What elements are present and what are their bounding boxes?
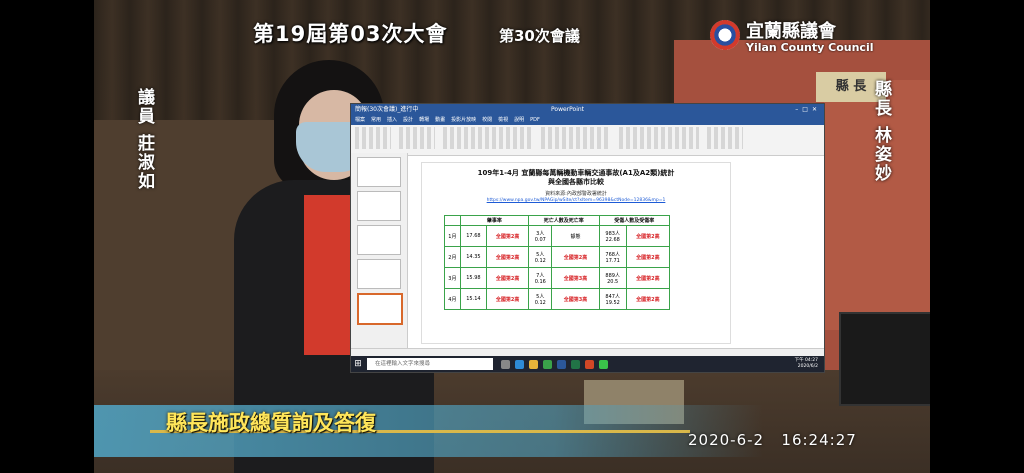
task-view-icon[interactable] <box>501 359 510 369</box>
cell-injury-rank: 全國第2高 <box>625 267 671 289</box>
ribbon-group-paragraph[interactable] <box>541 127 611 149</box>
cell-injury: 847人 19.52 <box>598 288 627 310</box>
ribbon-group-editing[interactable] <box>707 127 743 149</box>
broadcast-datetime: 2020-6-2 16:24:27 <box>688 431 857 449</box>
cell-rate-rank: 全國第2高 <box>486 288 530 310</box>
tab-review[interactable]: 校閱 <box>482 116 492 125</box>
window-controls[interactable]: –□✕ <box>795 104 821 116</box>
slide-thumbnail[interactable] <box>357 191 401 221</box>
word-icon[interactable] <box>557 359 566 369</box>
window-title: 簡報(30次會議)_進行中 <box>355 106 419 113</box>
cell-rate-rank: 全國第2高 <box>486 246 530 268</box>
tab-transitions[interactable]: 轉場 <box>419 116 429 125</box>
ribbon-toolbar <box>351 125 824 156</box>
slide-source: 資料來源:內政部警政署統計 <box>545 191 607 197</box>
tab-pdf[interactable]: PDF <box>530 116 540 125</box>
right-speaker-label: 縣長 林姿妙 <box>871 80 891 183</box>
slide-canvas[interactable]: 109年1-4月 宜蘭縣每萬輛機動車輛交通事故(A1及A2類)統計 與全國各縣市… <box>421 162 731 344</box>
meeting-number: 第30次會議 <box>499 27 580 45</box>
cell-death: 7人 0.16 <box>528 267 553 289</box>
chrome-icon[interactable] <box>543 359 552 369</box>
cell-death: 5人 0.12 <box>528 288 553 310</box>
taskbar-search-input[interactable]: 在這裡輸入文字來搜尋 <box>367 358 493 370</box>
cell-injury: 768人 17.71 <box>598 246 627 268</box>
windows-start-icon[interactable]: ⊞ <box>351 358 365 370</box>
cell-rate: 15.98 <box>459 267 488 289</box>
council-logo-icon <box>710 20 740 50</box>
tab-view[interactable]: 檢視 <box>498 116 508 125</box>
cell-death-rank: 全國第2高 <box>551 246 600 268</box>
cell-month: 3月 <box>444 267 461 289</box>
cell-death-rank: 全國第3高 <box>551 267 600 289</box>
cell-injury: 983人 22.68 <box>598 225 627 247</box>
slide-thumbnail[interactable] <box>357 225 401 255</box>
edge-icon[interactable] <box>515 359 524 369</box>
tab-home[interactable]: 常用 <box>371 116 381 125</box>
ribbon-group-font[interactable] <box>443 127 533 149</box>
table-row: 3月 15.98 全國第2高 7人 0.16 全國第3高 889人 20.5 全… <box>444 267 671 289</box>
cell-death-rank: 靜態 <box>551 225 600 247</box>
council-name-en: Yilan County Council <box>746 41 874 54</box>
ribbon-group-clipboard[interactable] <box>355 127 391 149</box>
cell-death: 5人 0.12 <box>528 246 553 268</box>
tab-help[interactable]: 說明 <box>514 116 524 125</box>
ribbon-tabs: 檔案 常用 插入 設計 轉場 動畫 投影片放映 校閱 檢視 說明 PDF <box>351 116 824 125</box>
slide-thumbnail[interactable] <box>357 259 401 289</box>
cell-rate: 17.68 <box>459 225 488 247</box>
ribbon-group-drawing[interactable] <box>619 127 699 149</box>
tab-insert[interactable]: 插入 <box>387 116 397 125</box>
slide-title-line2: 與全國各縣市比較 <box>548 178 604 186</box>
video-frame: 縣 長 第19屆第03次大會 第30次會議 宜蘭縣議會 Yilan County… <box>0 0 1024 473</box>
table-row: 1月 17.68 全國第2高 3人 0.07 靜態 983人 22.68 全國第… <box>444 225 671 247</box>
windows-taskbar: ⊞ 在這裡輸入文字來搜尋 下午 04:27 2020/6/2 <box>351 356 824 372</box>
ribbon-group-slides[interactable] <box>399 127 435 149</box>
taskbar-clock[interactable]: 下午 04:27 2020/6/2 <box>795 358 824 370</box>
slide-thumbnail-selected[interactable] <box>357 293 403 325</box>
tab-file[interactable]: 檔案 <box>355 116 365 125</box>
slide-thumbnails-panel <box>351 153 408 353</box>
powerpoint-window: 簡報(30次會議)_進行中 PowerPoint –□✕ 檔案 常用 插入 設計… <box>350 103 825 373</box>
taskbar-apps <box>501 359 608 369</box>
cell-injury-rank: 全國第2高 <box>625 288 671 310</box>
app-name: PowerPoint <box>551 106 585 113</box>
table-row: 2月 14.35 全國第2高 5人 0.12 全國第2高 768人 17.71 … <box>444 246 671 268</box>
cell-rate: 14.35 <box>459 246 488 268</box>
table-header: 肇事率 <box>459 215 530 226</box>
tab-slideshow[interactable]: 投影片放映 <box>451 116 476 125</box>
tab-animations[interactable]: 動畫 <box>435 116 445 125</box>
stats-table: 肇事率 死亡人數及死亡率 受傷人數及受傷率 1月 17.68 全國第2高 3人 … <box>444 215 671 310</box>
slide-title-line1: 109年1-4月 宜蘭縣每萬輛機動車輛交通事故(A1及A2類)統計 <box>477 169 675 177</box>
cell-death-rank: 全國第3高 <box>551 288 600 310</box>
cell-death: 3人 0.07 <box>528 225 553 247</box>
window-titlebar: 簡報(30次會議)_進行中 PowerPoint –□✕ <box>351 104 824 116</box>
council-name: 宜蘭縣議會 <box>746 21 836 42</box>
cell-injury: 889人 20.5 <box>598 267 627 289</box>
broadcast-time: 16:24:27 <box>781 431 857 449</box>
broadcast-date: 2020-6-2 <box>688 431 765 449</box>
left-speaker-label: 議員 莊淑如 <box>134 88 154 191</box>
status-bar <box>351 348 824 356</box>
excel-icon[interactable] <box>571 359 580 369</box>
cell-month: 1月 <box>444 225 461 247</box>
session-title: 第19屆第03次大會 <box>253 22 448 46</box>
powerpoint-icon[interactable] <box>585 359 594 369</box>
slide-thumbnail[interactable] <box>357 157 401 187</box>
line-icon[interactable] <box>599 359 608 369</box>
folder-icon[interactable] <box>529 359 538 369</box>
cell-rate: 15.14 <box>459 288 488 310</box>
table-header: 死亡人數及死亡率 <box>528 215 600 226</box>
cell-rate-rank: 全國第2高 <box>486 225 530 247</box>
cell-injury-rank: 全國第2高 <box>625 225 671 247</box>
table-header <box>444 215 461 226</box>
slide-link[interactable]: https://www.npa.gov.tw/NPAGip/wSite/ct?x… <box>422 198 730 203</box>
cell-month: 4月 <box>444 288 461 310</box>
laptop <box>839 312 930 406</box>
cell-month: 2月 <box>444 246 461 268</box>
table-row: 4月 15.14 全國第2高 5人 0.12 全國第3高 847人 19.52 … <box>444 288 671 310</box>
cell-rate-rank: 全國第2高 <box>486 267 530 289</box>
tab-design[interactable]: 設計 <box>403 116 413 125</box>
caption-text: 縣長施政總質詢及答復 <box>166 411 376 435</box>
cell-injury-rank: 全國第2高 <box>625 246 671 268</box>
table-header: 受傷人數及受傷率 <box>598 215 671 226</box>
